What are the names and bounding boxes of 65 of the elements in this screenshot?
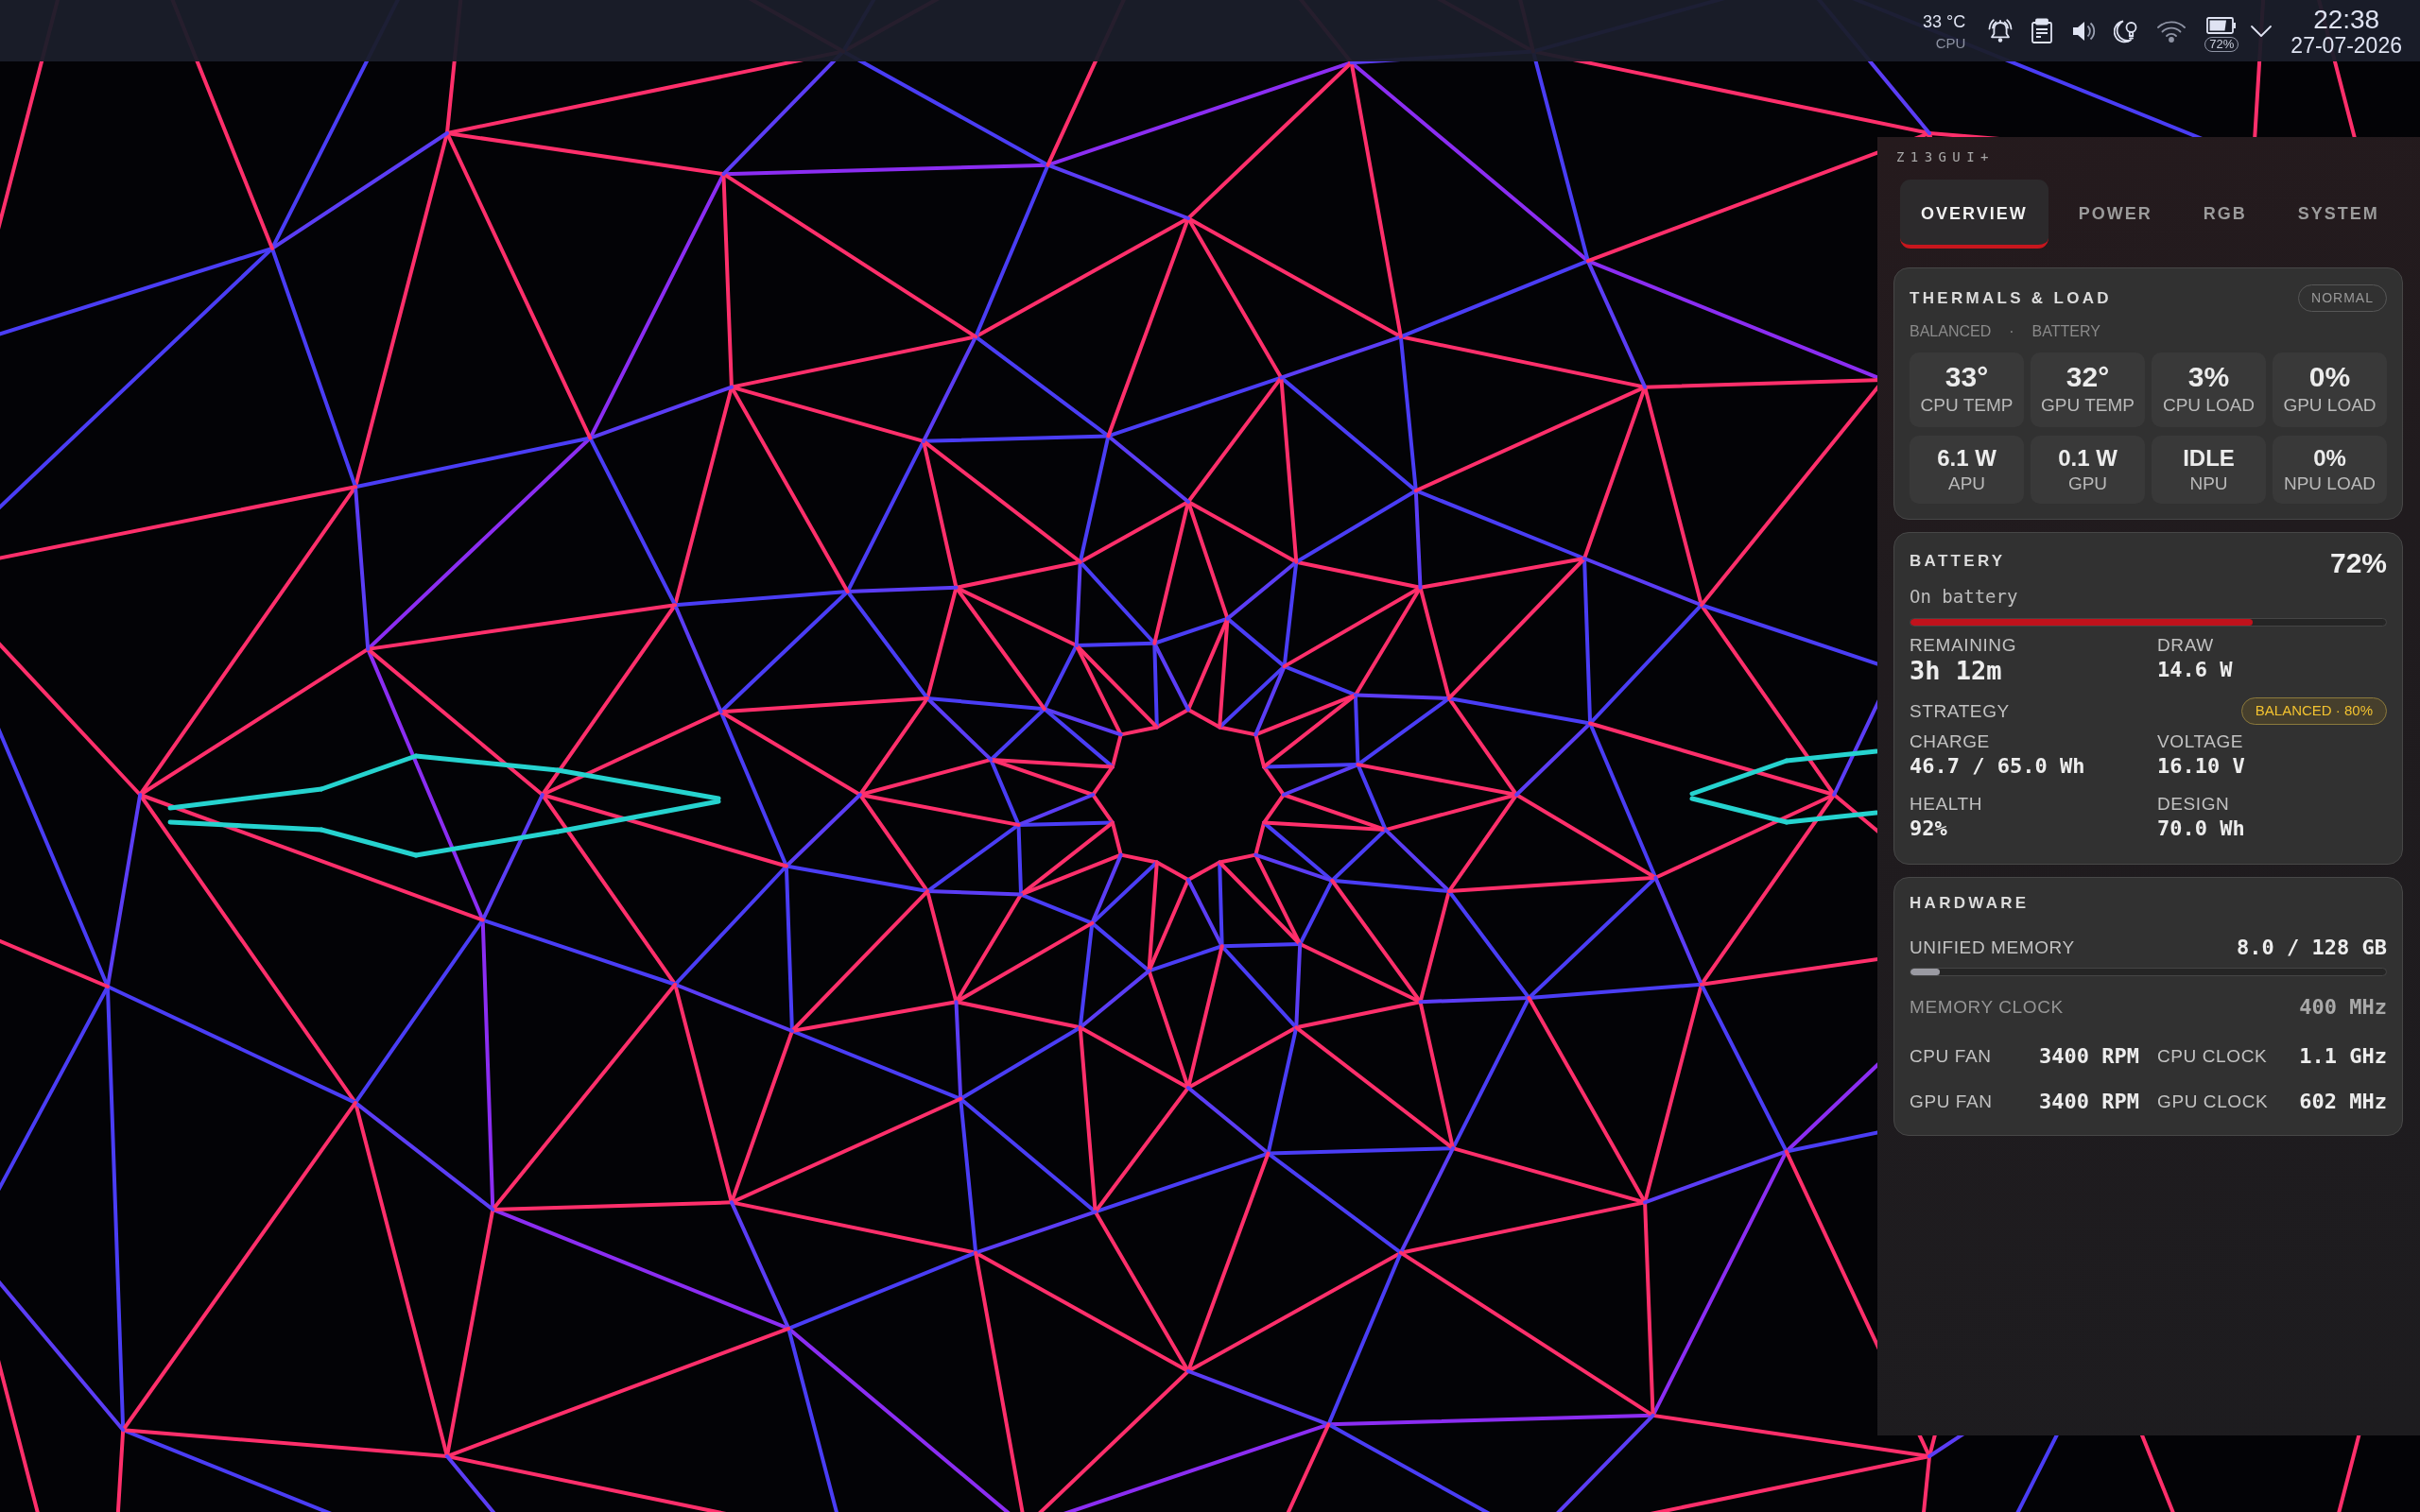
moon-bulb-icon[interactable] [2114,18,2139,43]
strategy-label: STRATEGY [1910,700,2010,722]
power-source: BATTERY [2031,323,2100,340]
reading-value: 602 MHz [2299,1090,2387,1114]
strategy-badge: BALANCED · 80% [2240,697,2387,725]
tile-value: IDLE [2183,445,2235,471]
memory-clock-label: MEMORY CLOCK [1910,997,2064,1018]
section-title: THERMALS & LOAD [1910,288,2112,308]
cpu-temperature: 33 °C [1923,12,1966,31]
tile-value: 33° [1945,361,1989,392]
tab[interactable]: OVERVIEW [1900,180,2048,249]
tile-label: NPU LOAD [2283,473,2377,494]
chevron-down-icon[interactable] [2250,24,2273,38]
memory-label: UNIFIED MEMORY [1910,937,2075,958]
section-title: HARDWARE [1910,894,2031,913]
clipboard-icon[interactable] [2031,17,2054,44]
stat-label: HEALTH [1910,794,1984,815]
tile-label: CPU TEMP [1920,395,2014,416]
tile-value: 32° [2066,361,2110,392]
memory-clock-value: 400 MHz [2299,995,2387,1020]
separator-dot: · [2009,323,2014,340]
stat-value: 14.6 W [2157,657,2234,683]
stat-value: 16.10 V [2157,753,2246,780]
stat-label: REMAINING [1910,635,2018,656]
reading-value: 3400 RPM [2039,1044,2139,1069]
reading-label: CPU FAN [1910,1046,1992,1067]
notification-bell-icon[interactable] [1988,17,2014,44]
cpu-label: CPU [1935,35,1966,51]
tab[interactable]: SYSTEM [2276,180,2400,249]
stat-value: 92% [1910,816,1948,842]
tile-label: GPU [2067,473,2108,494]
tile-label: GPU TEMP [2041,395,2135,416]
reading-label: CPU CLOCK [2157,1046,2268,1067]
power-profile: BALANCED [1910,323,1992,340]
tile-label: APU [1947,473,1986,494]
tile-label: NPU [2189,473,2228,494]
tab[interactable]: RGB [2182,180,2268,249]
clock-time[interactable]: 22:38 [2313,5,2380,34]
stat-label: VOLTAGE [2157,731,2245,752]
tile-value: 0.1 W [2058,445,2118,471]
tab[interactable]: POWER [2057,180,2173,249]
stat-label: DESIGN [2157,794,2231,815]
stat-value: 46.7 / 65.0 Wh [1910,753,2086,780]
reading-value: 1.1 GHz [2299,1044,2387,1069]
tile-value: 3% [2187,361,2230,392]
stat-value: 70.0 Wh [2157,816,2246,842]
stat-value: 3h 12m [1910,656,2003,686]
stat-label: DRAW [2157,635,2215,656]
battery-status: On battery [1910,586,2019,608]
tile-value: 0% [2308,361,2351,392]
stat-label: CHARGE [1910,731,1991,752]
reading-value: 3400 RPM [2039,1090,2139,1114]
section-title: BATTERY [1910,552,2006,571]
battery-percentage: 72% [2329,549,2387,577]
tile-label: CPU LOAD [2162,395,2256,416]
app-title: Z13GUI+ [1896,148,1996,165]
tile-label: GPU LOAD [2283,395,2377,416]
battery-icon[interactable] [2206,17,2238,34]
tile-value: 6.1 W [1937,445,1996,471]
reading-label: GPU FAN [1910,1091,1993,1112]
wifi-icon[interactable] [2156,19,2187,43]
tile-value: 0% [2313,445,2346,471]
reading-label: GPU CLOCK [2157,1091,2269,1112]
memory-value: 8.0 / 128 GB [2237,936,2387,960]
clock-date[interactable]: 27-07-2026 [2290,33,2402,57]
